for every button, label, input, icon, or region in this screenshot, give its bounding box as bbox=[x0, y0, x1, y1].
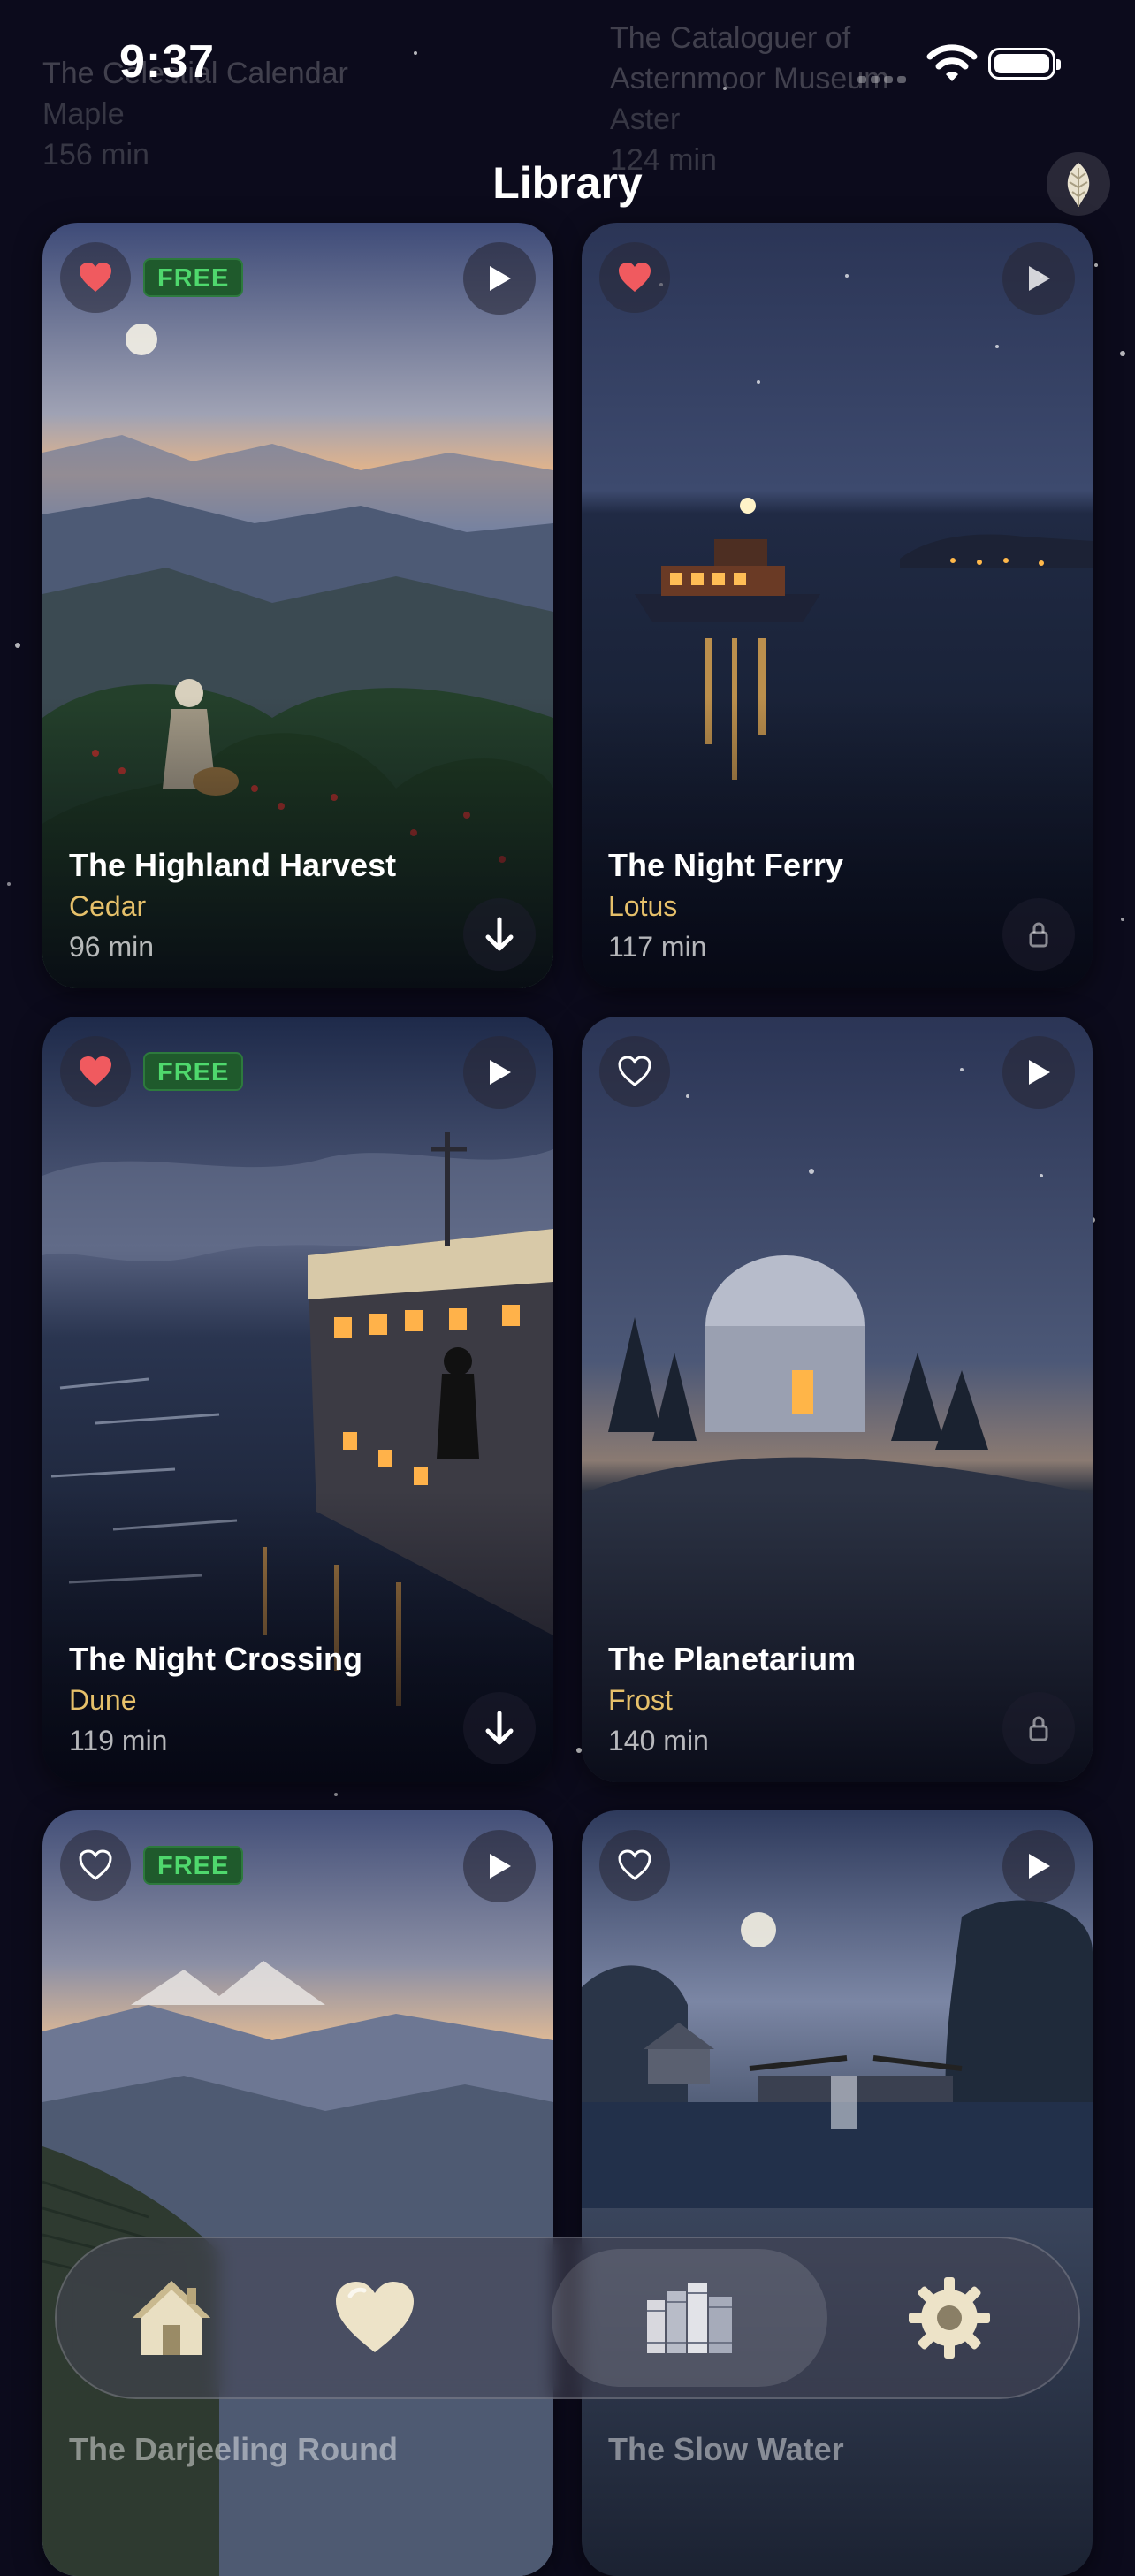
tab-bar bbox=[55, 2237, 1080, 2399]
story-duration: 119 min bbox=[69, 1725, 168, 1757]
play-icon bbox=[490, 1060, 511, 1085]
story-duration: 117 min bbox=[608, 931, 707, 963]
status-bar: 9:37 bbox=[0, 0, 1135, 133]
heart-outline-icon bbox=[618, 1056, 651, 1086]
story-title: The Slow Water bbox=[608, 2431, 844, 2467]
story-card-night-ferry[interactable]: The Night Ferry Lotus 117 min bbox=[582, 223, 1093, 988]
house-icon bbox=[133, 2281, 210, 2355]
wifi-icon bbox=[926, 44, 978, 81]
download-button[interactable] bbox=[463, 1692, 536, 1764]
books-icon bbox=[647, 2283, 732, 2353]
play-button[interactable] bbox=[463, 1830, 536, 1902]
heart-outline-icon bbox=[618, 1849, 651, 1880]
free-badge: FREE bbox=[143, 1846, 244, 1885]
favorite-button[interactable] bbox=[60, 1830, 131, 1901]
favorite-button[interactable] bbox=[60, 1036, 131, 1107]
story-card-highland-harvest[interactable]: FREE The Highland Harvest Cedar 96 min bbox=[42, 223, 553, 988]
play-button[interactable] bbox=[463, 242, 536, 315]
free-badge: FREE bbox=[143, 1052, 244, 1091]
favorite-button[interactable] bbox=[60, 242, 131, 313]
play-button[interactable] bbox=[1002, 1036, 1075, 1109]
locked-button[interactable] bbox=[1002, 1692, 1075, 1764]
gear-icon bbox=[909, 2277, 990, 2359]
story-info: The Planetarium Frost 140 min bbox=[608, 1639, 986, 1761]
heart-filled-icon bbox=[80, 263, 111, 292]
heart-icon bbox=[336, 2282, 414, 2352]
favorite-button[interactable] bbox=[599, 1830, 670, 1901]
play-icon bbox=[1029, 1060, 1050, 1085]
download-arrow-icon bbox=[485, 1711, 514, 1745]
story-info: The Night Crossing Dune 119 min bbox=[69, 1639, 447, 1761]
story-duration: 96 min bbox=[69, 931, 155, 963]
play-icon bbox=[1029, 266, 1050, 291]
story-title: The Planetarium bbox=[608, 1641, 857, 1677]
play-button[interactable] bbox=[1002, 1830, 1075, 1902]
story-title: The Highland Harvest bbox=[69, 847, 397, 883]
story-title: The Darjeeling Round bbox=[69, 2431, 399, 2467]
favorite-button[interactable] bbox=[599, 242, 670, 313]
cellular-signal-icon bbox=[857, 65, 910, 83]
play-button[interactable] bbox=[463, 1036, 536, 1109]
story-card-planetarium[interactable]: The Planetarium Frost 140 min bbox=[582, 1017, 1093, 1782]
story-duration: 140 min bbox=[608, 1725, 709, 1757]
story-title: The Night Ferry bbox=[608, 847, 844, 883]
status-time: 9:37 bbox=[119, 36, 216, 88]
favorite-button[interactable] bbox=[599, 1036, 670, 1107]
story-card-night-crossing[interactable]: FREE The Night Crossing Dune 119 min bbox=[42, 1017, 553, 1782]
story-info: The Night Ferry Lotus 117 min bbox=[608, 845, 986, 967]
tab-settings[interactable] bbox=[852, 2249, 1047, 2387]
download-button[interactable] bbox=[463, 898, 536, 971]
locked-button[interactable] bbox=[1002, 898, 1075, 971]
heart-filled-icon bbox=[619, 263, 651, 292]
story-info: The Highland Harvest Cedar 96 min bbox=[69, 845, 447, 967]
story-title: The Night Crossing bbox=[69, 1641, 362, 1677]
play-icon bbox=[490, 1854, 511, 1879]
story-author: Lotus bbox=[608, 890, 678, 922]
free-badge: FREE bbox=[143, 258, 244, 297]
leaf-menu-button[interactable] bbox=[1047, 152, 1110, 216]
play-button[interactable] bbox=[1002, 242, 1075, 315]
tab-library[interactable] bbox=[552, 2249, 827, 2387]
heart-filled-icon bbox=[80, 1056, 111, 1086]
page-title: Library bbox=[492, 158, 643, 208]
tab-home[interactable] bbox=[74, 2249, 269, 2387]
heart-outline-icon bbox=[79, 1849, 112, 1880]
play-icon bbox=[490, 266, 511, 291]
story-author: Cedar bbox=[69, 890, 147, 922]
battery-icon bbox=[988, 48, 1061, 80]
story-author: Frost bbox=[608, 1684, 673, 1716]
lock-icon bbox=[1029, 922, 1048, 948]
tab-favorites[interactable] bbox=[278, 2249, 472, 2387]
leaf-icon bbox=[1067, 163, 1090, 207]
story-author: Dune bbox=[69, 1684, 137, 1716]
play-icon bbox=[1029, 1854, 1050, 1879]
download-arrow-icon bbox=[485, 917, 514, 951]
lock-icon bbox=[1029, 1716, 1048, 1741]
